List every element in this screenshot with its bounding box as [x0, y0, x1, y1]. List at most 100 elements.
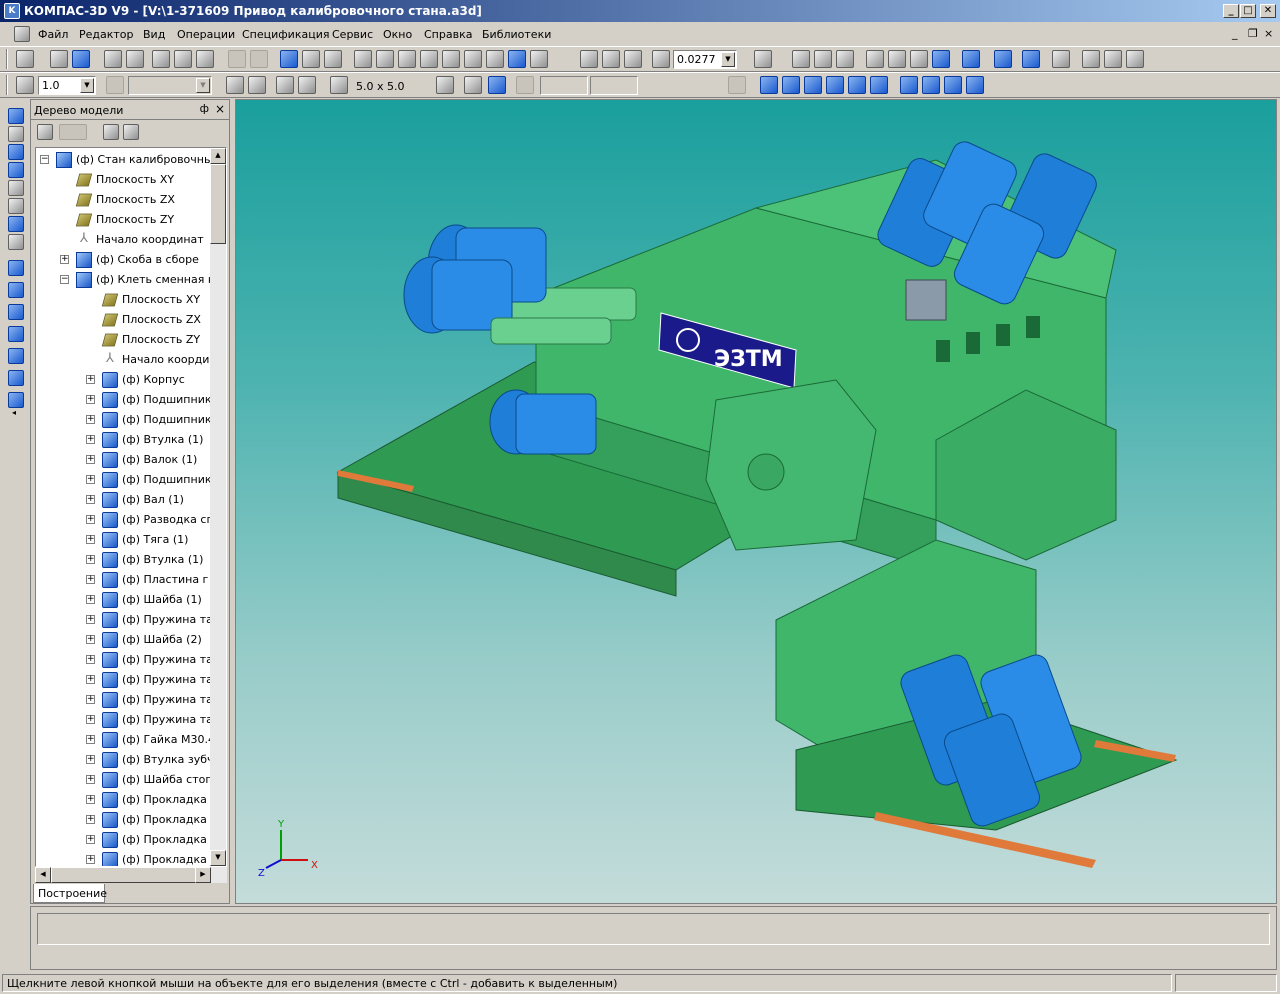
mdi-minimize-button[interactable]: _	[1232, 27, 1238, 40]
orientation-icon[interactable]	[754, 50, 772, 68]
chevron-down-icon[interactable]: ▼	[721, 52, 735, 67]
properties-content[interactable]	[37, 913, 1270, 945]
move-component-icon[interactable]	[464, 50, 482, 68]
zoom-fit-icon[interactable]	[814, 50, 832, 68]
properties-icon[interactable]	[280, 50, 298, 68]
expand-icon[interactable]: +	[86, 615, 95, 624]
collapse-icon[interactable]: −	[60, 275, 69, 284]
spatial-curves-icon[interactable]	[8, 126, 24, 142]
tree-filter-icon[interactable]	[123, 124, 139, 140]
expand-icon[interactable]: +	[86, 815, 95, 824]
zoom-icon[interactable]	[602, 50, 620, 68]
plane-offset-icon[interactable]	[8, 260, 24, 276]
expand-icon[interactable]: +	[86, 535, 95, 544]
mdi-close-button[interactable]: ×	[1264, 27, 1273, 40]
expand-icon[interactable]: +	[86, 595, 95, 604]
view-trimetric-icon[interactable]	[944, 76, 962, 94]
zoom-field[interactable]: 0.0277 ▼	[673, 50, 737, 69]
plane-normal-icon[interactable]	[8, 326, 24, 342]
tree-horizontal-scrollbar[interactable]: ◀ ▶	[35, 867, 227, 883]
scroll-down-icon[interactable]: ▼	[210, 850, 226, 866]
shaded-edges-icon[interactable]	[962, 50, 980, 68]
edit-assembly-icon[interactable]	[8, 108, 24, 124]
expand-icon[interactable]: +	[60, 255, 69, 264]
measure-tool-icon[interactable]	[8, 198, 24, 214]
grid-icon[interactable]	[330, 76, 348, 94]
snap-icon[interactable]	[276, 76, 294, 94]
expand-icon[interactable]: +	[86, 415, 95, 424]
menu-operations[interactable]: Операции	[177, 28, 235, 41]
view-right-icon[interactable]	[870, 76, 888, 94]
expand-icon[interactable]: +	[86, 795, 95, 804]
expand-arrow-icon[interactable]: ◂	[12, 408, 16, 417]
close-button[interactable]: ✕	[1260, 4, 1276, 18]
expand-icon[interactable]: +	[86, 775, 95, 784]
view-front-icon[interactable]	[760, 76, 778, 94]
close-icon[interactable]: ×	[215, 102, 225, 116]
pin-icon[interactable]: ф	[200, 102, 209, 115]
tree-detach-icon[interactable]	[103, 124, 119, 140]
minimize-button[interactable]: _	[1223, 4, 1239, 18]
toolbar-grip[interactable]	[6, 75, 8, 95]
zoom-scale-icon[interactable]	[652, 50, 670, 68]
pan-icon[interactable]	[792, 50, 810, 68]
insert-component-icon[interactable]	[376, 50, 394, 68]
measure-icon[interactable]	[1082, 50, 1100, 68]
plane-tangent-icon[interactable]	[8, 348, 24, 364]
scroll-thumb-h[interactable]	[51, 867, 201, 883]
assembly-model-render[interactable]: ЭЗТМ Y X Z	[236, 100, 1277, 904]
expand-icon[interactable]: +	[86, 635, 95, 644]
expand-icon[interactable]: +	[86, 575, 95, 584]
plane-angle-icon[interactable]	[8, 282, 24, 298]
round-icon[interactable]	[464, 76, 482, 94]
rotate-component-icon[interactable]	[486, 50, 504, 68]
undo-icon[interactable]	[228, 50, 246, 68]
tessellation-icon[interactable]	[1022, 50, 1040, 68]
layer-field[interactable]: ▼	[128, 76, 212, 95]
redo-icon[interactable]	[250, 50, 268, 68]
local-cs-icon[interactable]	[226, 76, 244, 94]
menu-libraries[interactable]: Библиотеки	[482, 28, 551, 41]
menu-service[interactable]: Сервис	[332, 28, 373, 41]
hidden-lines-icon[interactable]	[888, 50, 906, 68]
collapse-icon[interactable]: −	[40, 155, 49, 164]
maximize-button[interactable]: □	[1240, 4, 1256, 18]
layer-icon[interactable]	[106, 76, 124, 94]
view-normal-icon[interactable]	[966, 76, 984, 94]
paste-icon[interactable]	[196, 50, 214, 68]
wireframe-icon[interactable]	[866, 50, 884, 68]
title-bar[interactable]: K КОМПАС-3D V9 - [V:\1-371609 Привод кал…	[0, 0, 1280, 22]
aux-geometry-icon[interactable]	[8, 180, 24, 196]
variables-icon[interactable]	[324, 50, 342, 68]
open-icon[interactable]	[50, 50, 68, 68]
plane-edge-icon[interactable]	[8, 392, 24, 408]
mass-properties-icon[interactable]	[1104, 50, 1122, 68]
tree-icon[interactable]	[302, 50, 320, 68]
snap-options-icon[interactable]	[298, 76, 316, 94]
rotate-icon[interactable]	[836, 50, 854, 68]
chevron-down-icon[interactable]: ▼	[196, 78, 210, 93]
filter-icon[interactable]	[8, 216, 24, 232]
plane-mid-icon[interactable]	[8, 370, 24, 386]
new-icon[interactable]	[16, 50, 34, 68]
step-field[interactable]: 1.0 ▼	[38, 76, 96, 95]
tree-structure-icon[interactable]	[37, 124, 53, 140]
zoom-in-icon[interactable]	[580, 50, 598, 68]
model-tree-header[interactable]: Дерево модели ф ×	[31, 100, 229, 120]
preview-icon[interactable]	[126, 50, 144, 68]
expand-icon[interactable]: +	[86, 455, 95, 464]
toolbar-grip[interactable]	[6, 49, 8, 69]
scroll-right-icon[interactable]: ▶	[195, 867, 211, 883]
expand-icon[interactable]: +	[86, 735, 95, 744]
view-bottom-icon[interactable]	[826, 76, 844, 94]
expand-icon[interactable]: +	[86, 695, 95, 704]
mate-icon[interactable]	[442, 50, 460, 68]
expand-icon[interactable]: +	[86, 755, 95, 764]
view-top-icon[interactable]	[804, 76, 822, 94]
expand-icon[interactable]: +	[86, 495, 95, 504]
expand-icon[interactable]: +	[86, 435, 95, 444]
menu-help[interactable]: Справка	[424, 28, 472, 41]
view-iso-icon[interactable]	[900, 76, 918, 94]
view-arrow-icon[interactable]	[728, 76, 746, 94]
expand-icon[interactable]: +	[86, 475, 95, 484]
